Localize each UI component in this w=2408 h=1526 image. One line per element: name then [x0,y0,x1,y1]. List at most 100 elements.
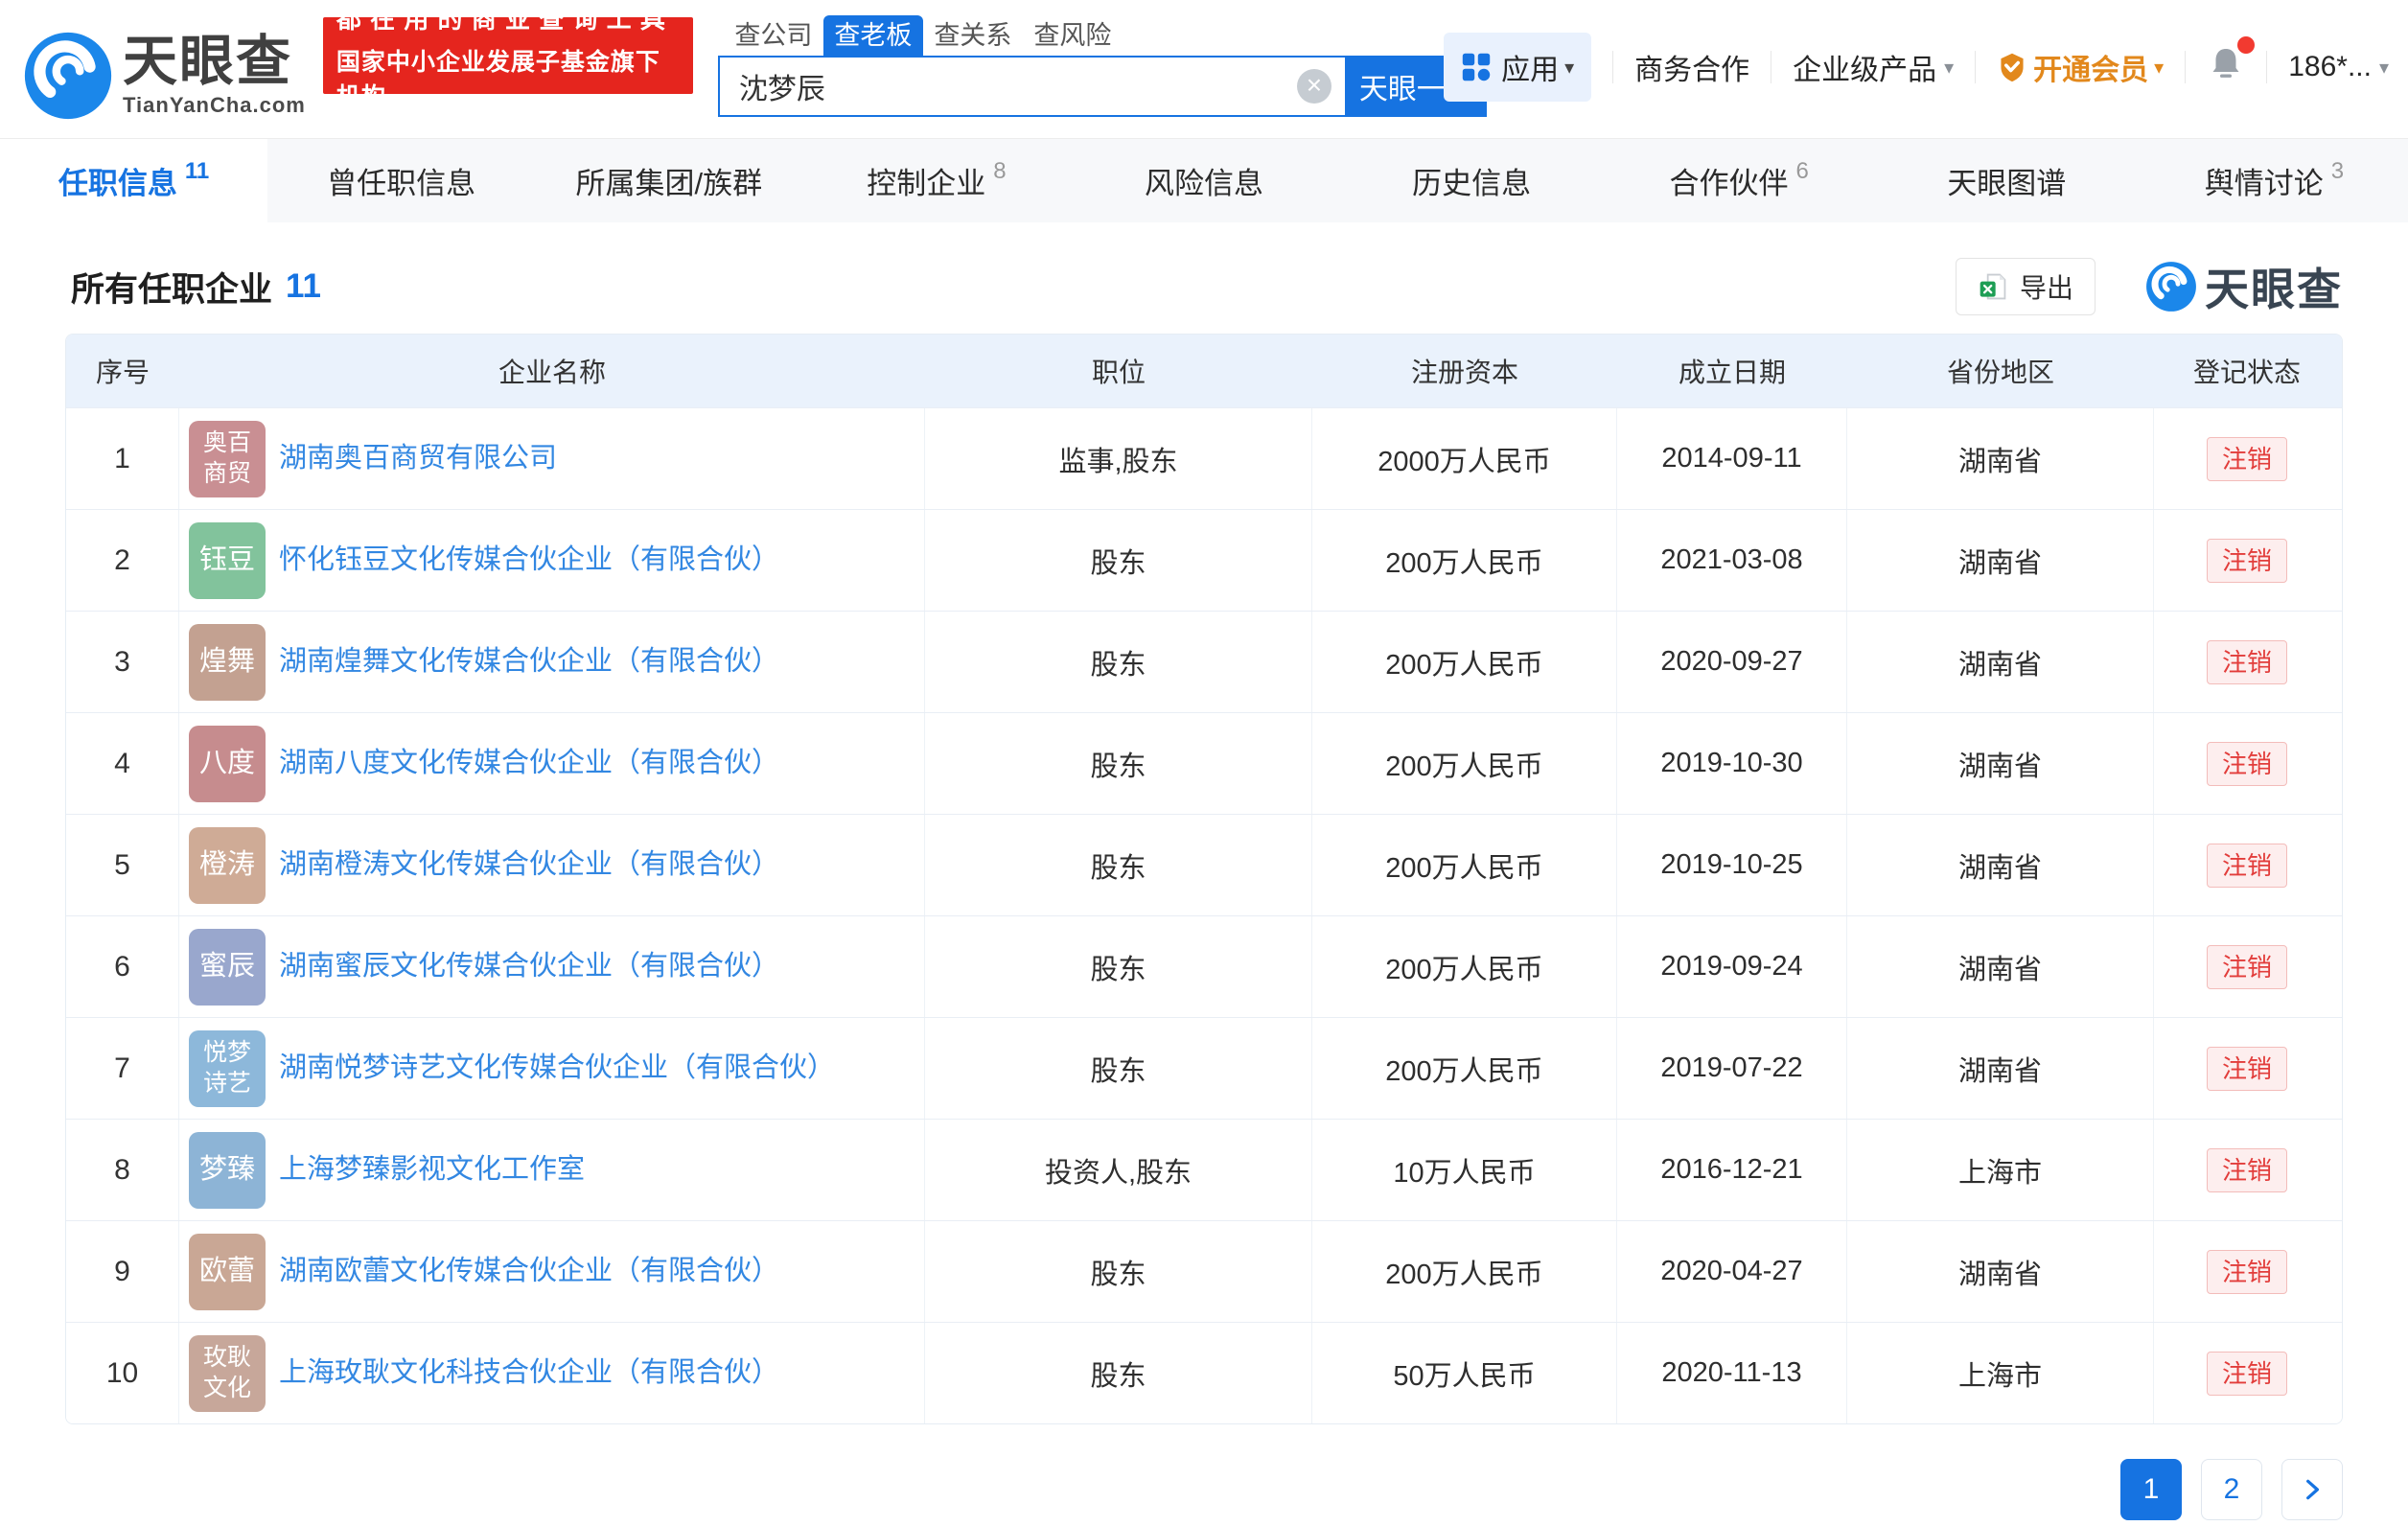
tab-4[interactable]: 控制企业 8 [802,139,1070,222]
company-link[interactable]: 湖南橙涛文化传媒合伙企业（有限合伙） [279,847,779,884]
founded-date-cell: 2020-09-27 [1617,612,1847,712]
position-cell: 股东 [925,612,1312,712]
company-link[interactable]: 怀化钰豆文化传媒合伙企业（有限合伙） [279,543,779,579]
founded-date-cell: 2019-10-30 [1617,713,1847,814]
company-link[interactable]: 上海梦臻影视文化工作室 [279,1152,585,1189]
tab-8[interactable]: 天眼图谱 [1873,139,2141,222]
column-header-1: 序号 [95,358,150,387]
nav-vip-membership[interactable]: 开通会员 ▾ [1997,46,2164,88]
tab-6[interactable]: 历史信息 [1338,139,1606,222]
column-header-2: 企业名称 [498,358,606,387]
company-link[interactable]: 湖南八度文化传媒合伙企业（有限合伙） [279,746,779,782]
table-row: 7 悦梦 诗艺 湖南悦梦诗艺文化传媒合伙企业（有限合伙） 股东 200万人民币 2019-0… [66,1017,2342,1119]
nav-enterprise-products[interactable]: 企业级产品 ▾ [1793,46,1954,88]
apps-menu[interactable]: 应用 ▾ [1444,33,1592,102]
search-input[interactable] [738,70,1297,103]
capital-cell-text: 200万人民币 [1385,1055,1543,1087]
capital-cell-text: 200万人民币 [1385,1259,1543,1290]
status-badge: 注销 [2206,436,2287,481]
serial-cell: 4 [66,713,179,814]
company-link[interactable]: 湖南煌舞文化传媒合伙企业（有限合伙） [279,644,779,681]
tab-label: 所属集团/族群 [575,167,763,200]
status-cell: 注销 [2154,1323,2340,1423]
search-tab-4[interactable]: 查风险 [1023,15,1123,56]
tab-count: 11 [184,157,210,184]
serial-number: 7 [114,1052,130,1084]
search-tabs: 查公司 查老板 查关系 查风险 [718,10,1487,56]
export-button[interactable]: 导出 [1955,258,2095,315]
company-link[interactable]: 湖南欧蕾文化传媒合伙企业（有限合伙） [279,1254,779,1290]
founded-date-cell-text: 2020-09-27 [1660,646,1803,677]
region-cell: 湖南省 [1847,713,2154,814]
position-cell-text: 股东 [1090,649,1146,681]
export-label: 导出 [2019,273,2073,303]
company-link[interactable]: 湖南奥百商贸有限公司 [279,441,557,477]
tab-7[interactable]: 合作伙伴 6 [1606,139,1873,222]
tab-label: 控制企业 [867,167,986,200]
serial-number: 9 [114,1255,130,1287]
company-link[interactable]: 湖南悦梦诗艺文化传媒合伙企业（有限合伙） [279,1051,835,1087]
status-cell: 注销 [2154,916,2340,1017]
position-cell: 股东 [925,916,1312,1017]
site-logo[interactable]: 天眼查 TianYanCha.com [23,13,306,138]
status-badge: 注销 [2206,538,2287,583]
company-logo: 梦臻 [189,1131,266,1209]
section-count: 11 [286,267,322,305]
search-tab-2[interactable]: 查老板 [822,15,923,56]
capital-cell-text: 2000万人民币 [1378,446,1551,477]
capital-cell: 200万人民币 [1312,1018,1617,1119]
page-2-button[interactable]: 2 [2201,1459,2262,1520]
notifications-button[interactable] [2207,36,2256,90]
company-link[interactable]: 湖南蜜辰文化传媒合伙企业（有限合伙） [279,949,779,985]
company-cell: 悦梦 诗艺 湖南悦梦诗艺文化传媒合伙企业（有限合伙） [179,1018,925,1119]
tab-5[interactable]: 风险信息 [1070,139,1337,222]
account-menu[interactable]: 186*... ▾ [2288,51,2389,83]
capital-cell-text: 200万人民币 [1385,547,1543,579]
founded-date-cell-text: 2019-09-24 [1660,951,1803,982]
tab-count: 3 [2330,157,2345,184]
tab-3[interactable]: 所属集团/族群 [535,139,802,222]
serial-number: 4 [114,747,130,779]
table-row: 10 玫耿 文化 上海玫耿文化科技合伙企业（有限合伙） 股东 50万人民币 2020-11-… [66,1322,2342,1423]
clear-icon[interactable]: × [1296,69,1331,104]
tab-2[interactable]: 曾任职信息 [267,139,535,222]
search-tab-3[interactable]: 查关系 [923,15,1023,56]
company-logo-text: 八度 [198,747,255,778]
company-logo-text: 蜜辰 [198,950,255,982]
company-logo: 蜜辰 [189,928,266,1006]
company-link[interactable]: 上海玫耿文化科技合伙企业（有限合伙） [279,1355,779,1392]
position-cell: 股东 [925,1018,1312,1119]
capital-cell: 200万人民币 [1312,510,1617,611]
region-cell-text: 湖南省 [1957,547,2042,579]
capital-cell: 200万人民币 [1312,1221,1617,1322]
position-cell-text: 股东 [1090,954,1146,985]
founded-date-cell: 2021-03-08 [1617,510,1847,611]
capital-cell-text: 10万人民币 [1393,1157,1536,1189]
company-logo: 八度 [189,725,266,802]
status-cell: 注销 [2154,408,2340,509]
founded-date-cell-text: 2014-09-11 [1661,443,1802,474]
next-page-button[interactable] [2281,1459,2343,1520]
page-1-button[interactable]: 1 [2120,1459,2182,1520]
nav-business-cooperation[interactable]: 商务合作 [1634,46,1749,88]
search-tab-1[interactable]: 查公司 [724,15,823,56]
status-cell: 注销 [2154,1018,2340,1119]
capital-cell: 200万人民币 [1312,612,1617,712]
company-logo-text: 欧蕾 [198,1255,255,1286]
company-logo: 悦梦 诗艺 [189,1029,266,1107]
column-header-4: 注册资本 [1410,358,1518,387]
capital-cell-text: 200万人民币 [1385,954,1543,985]
slogan-line2: 国家中小企业发展子基金旗下机构 [336,48,660,110]
top-nav: 应用 ▾ 商务合作 企业级产品 ▾ 开通会员 ▾ 186*... ▾ [1444,33,2389,102]
tab-9[interactable]: 舆情讨论 3 [2141,139,2408,222]
tab-label: 风险信息 [1144,167,1263,200]
chevron-down-icon: ▾ [2154,57,2165,79]
tab-1[interactable]: 任职信息 11 [0,139,268,222]
position-cell-text: 股东 [1090,1259,1146,1290]
serial-number: 8 [114,1153,130,1186]
founded-date-cell: 2019-07-22 [1617,1018,1847,1119]
column-header-7: 登记状态 [2192,358,2301,387]
tab-label: 历史信息 [1412,167,1532,200]
position-cell: 监事,股东 [925,408,1312,509]
main-content: 所有任职企业 11 导出 天眼查 序号 企业名称 职位 注册资本 成立日期 省份… [0,255,2408,1520]
